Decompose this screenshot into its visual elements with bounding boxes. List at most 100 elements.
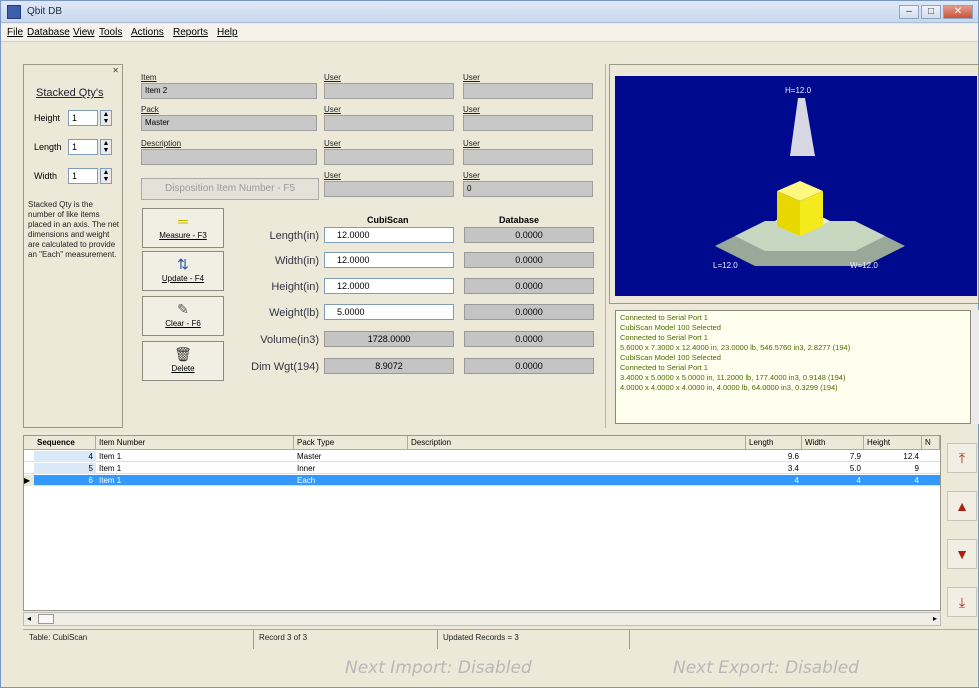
length-qty-input[interactable]: 1 <box>68 139 98 155</box>
description-input[interactable] <box>141 149 317 165</box>
user6-input[interactable] <box>463 115 593 131</box>
table-row[interactable]: 5 Item 1 Inner 3.4 5.0 9 <box>24 463 940 474</box>
cell-width: 7.9 <box>849 452 861 461</box>
description-label: Description <box>141 139 182 148</box>
maximize-button[interactable]: □ <box>921 5 941 19</box>
next-record-icon[interactable]: ▼ <box>947 539 977 569</box>
user8-input[interactable]: 0 <box>463 181 593 197</box>
measure-button[interactable]: ═ Measure - F3 <box>142 208 224 248</box>
menu-tools[interactable]: Tools <box>99 27 122 38</box>
height-qty-input[interactable]: 1 <box>68 110 98 126</box>
cell-sequence: 5 <box>34 463 96 474</box>
weight-cubiscan-input[interactable]: 5.0000 <box>324 304 454 320</box>
clear-button-label: Clear - F6 <box>165 319 201 328</box>
table-row[interactable]: 4 Item 1 Master 9.6 7.9 12.4 <box>24 451 940 462</box>
scroll-thumb[interactable] <box>38 614 54 624</box>
user5-input[interactable] <box>463 83 593 99</box>
connection-log: Connected to Serial Port 1 CubiScan Mode… <box>615 310 971 424</box>
log-line: 3.4000 x 5.0000 x 5.0000 in, 11.2000 lb,… <box>620 373 846 382</box>
item-number-input[interactable]: Item 2 <box>141 83 317 99</box>
cell-item: Item 1 <box>99 476 122 485</box>
width-cubiscan-input[interactable]: 12.0000 <box>324 252 454 268</box>
cell-sequence: 6 <box>88 476 93 485</box>
clear-icon: ✎ <box>177 301 189 317</box>
clear-button[interactable]: ✎ Clear - F6 <box>142 296 224 336</box>
main-window: Qbit DB – □ ✕ File Database View Tools A… <box>0 0 979 688</box>
minimize-button[interactable]: – <box>899 5 919 19</box>
column-pack-type[interactable]: Pack Type <box>294 436 408 450</box>
menu-database[interactable]: Database <box>27 27 70 38</box>
disposition-item-number-button[interactable]: Disposition Item Number - F5 <box>141 178 319 200</box>
weight-label: Weight(lb) <box>269 307 319 319</box>
menu-help[interactable]: Help <box>217 27 238 38</box>
user2-input[interactable] <box>324 115 454 131</box>
previous-record-icon[interactable]: ▲ <box>947 491 977 521</box>
weight-database-value: 0.0000 <box>464 304 594 320</box>
user3-input[interactable] <box>324 149 454 165</box>
status-divider <box>629 629 630 649</box>
delete-icon: 🗑 <box>174 346 192 362</box>
grid-header: Sequence Item Number Pack Type Descripti… <box>24 436 940 450</box>
stacked-qty-panel: ✕ Stacked Qty's Height 1 ▲ ▼ Length 1 ▲ ▼ … <box>23 64 123 428</box>
status-updated: Updated Records = 3 <box>443 633 519 642</box>
width-qty-input[interactable]: 1 <box>68 168 98 184</box>
table-row-selected[interactable]: ▶ 6 Item 1 Each 4 4 4 <box>24 475 940 486</box>
first-record-icon[interactable]: ⤒ <box>947 443 977 473</box>
length-qty-spinner[interactable]: ▲ ▼ <box>100 139 112 155</box>
last-record-icon[interactable]: ⤓ <box>947 587 977 617</box>
log-line: CubiScan Model 100 Selected <box>620 353 721 362</box>
app-icon <box>7 5 21 19</box>
cell-pack: Master <box>297 452 322 461</box>
length-label: Length(in) <box>269 230 319 242</box>
height-qty-spinner[interactable]: ▲ ▼ <box>100 110 112 126</box>
cell-height: 12.4 <box>903 452 919 461</box>
cell-pack: Each <box>297 476 316 485</box>
user7-input[interactable] <box>463 149 593 165</box>
database-column-header: Database <box>499 215 540 225</box>
column-height[interactable]: Height <box>864 436 922 450</box>
delete-button-label: Delete <box>171 364 195 373</box>
column-sequence[interactable]: Sequence <box>34 436 96 450</box>
cell-height: 9 <box>914 464 919 473</box>
menu-bar: File Database View Tools Actions Reports… <box>1 24 978 42</box>
column-description[interactable]: Description <box>408 436 746 450</box>
pack-type-input[interactable]: Master <box>141 115 317 131</box>
length-readout: L=12.0 <box>713 261 738 270</box>
window-title: Qbit DB <box>27 6 63 17</box>
dim-weight-label: Dim Wgt(194) <box>251 361 319 373</box>
height-qty-label: Height <box>34 113 61 123</box>
length-cubiscan-input[interactable]: 12.0000 <box>324 227 454 243</box>
delete-button[interactable]: 🗑 Delete <box>142 341 224 381</box>
record-navigation: ⤒ ▲ ▼ ⤓ <box>947 435 977 625</box>
status-divider <box>437 629 438 649</box>
height-cubiscan-input[interactable]: 12.0000 <box>324 278 454 294</box>
next-export-status: Next Export: Disabled <box>673 658 859 678</box>
log-line: 5.6000 x 7.3000 x 12.4000 in, 23.0000 lb… <box>620 343 851 352</box>
grid-horizontal-scrollbar[interactable]: ◂ ▸ <box>23 612 941 626</box>
height-database-value: 0.0000 <box>464 278 594 294</box>
user1-input[interactable] <box>324 83 454 99</box>
menu-view[interactable]: View <box>73 27 95 38</box>
column-n[interactable]: N <box>922 436 940 450</box>
column-width[interactable]: Width <box>802 436 864 450</box>
column-length[interactable]: Length <box>746 436 802 450</box>
close-button[interactable]: ✕ <box>943 5 973 19</box>
update-icon: ⇅ <box>177 256 189 272</box>
log-line: 4.0000 x 4.0000 x 4.0000 in, 4.0000 lb, … <box>620 383 838 392</box>
row-pointer-icon: ▶ <box>24 475 34 486</box>
column-item-number[interactable]: Item Number <box>96 436 294 450</box>
width-qty-spinner[interactable]: ▲ ▼ <box>100 168 112 184</box>
menu-actions[interactable]: Actions <box>131 27 164 38</box>
menu-file[interactable]: File <box>7 27 23 38</box>
scroll-left-icon[interactable]: ◂ <box>27 614 31 623</box>
cell-length: 3.4 <box>787 464 799 473</box>
length-database-value: 0.0000 <box>464 227 594 243</box>
log-scrollbar[interactable] <box>971 310 979 424</box>
update-button[interactable]: ⇅ Update - F4 <box>142 251 224 291</box>
menu-reports[interactable]: Reports <box>173 27 208 38</box>
panel-close-icon[interactable]: ✕ <box>112 66 119 75</box>
cell-pack: Inner <box>297 464 316 473</box>
scroll-right-icon[interactable]: ▸ <box>933 614 937 623</box>
next-import-status: Next Import: Disabled <box>345 658 532 678</box>
user4-input[interactable] <box>324 181 454 197</box>
